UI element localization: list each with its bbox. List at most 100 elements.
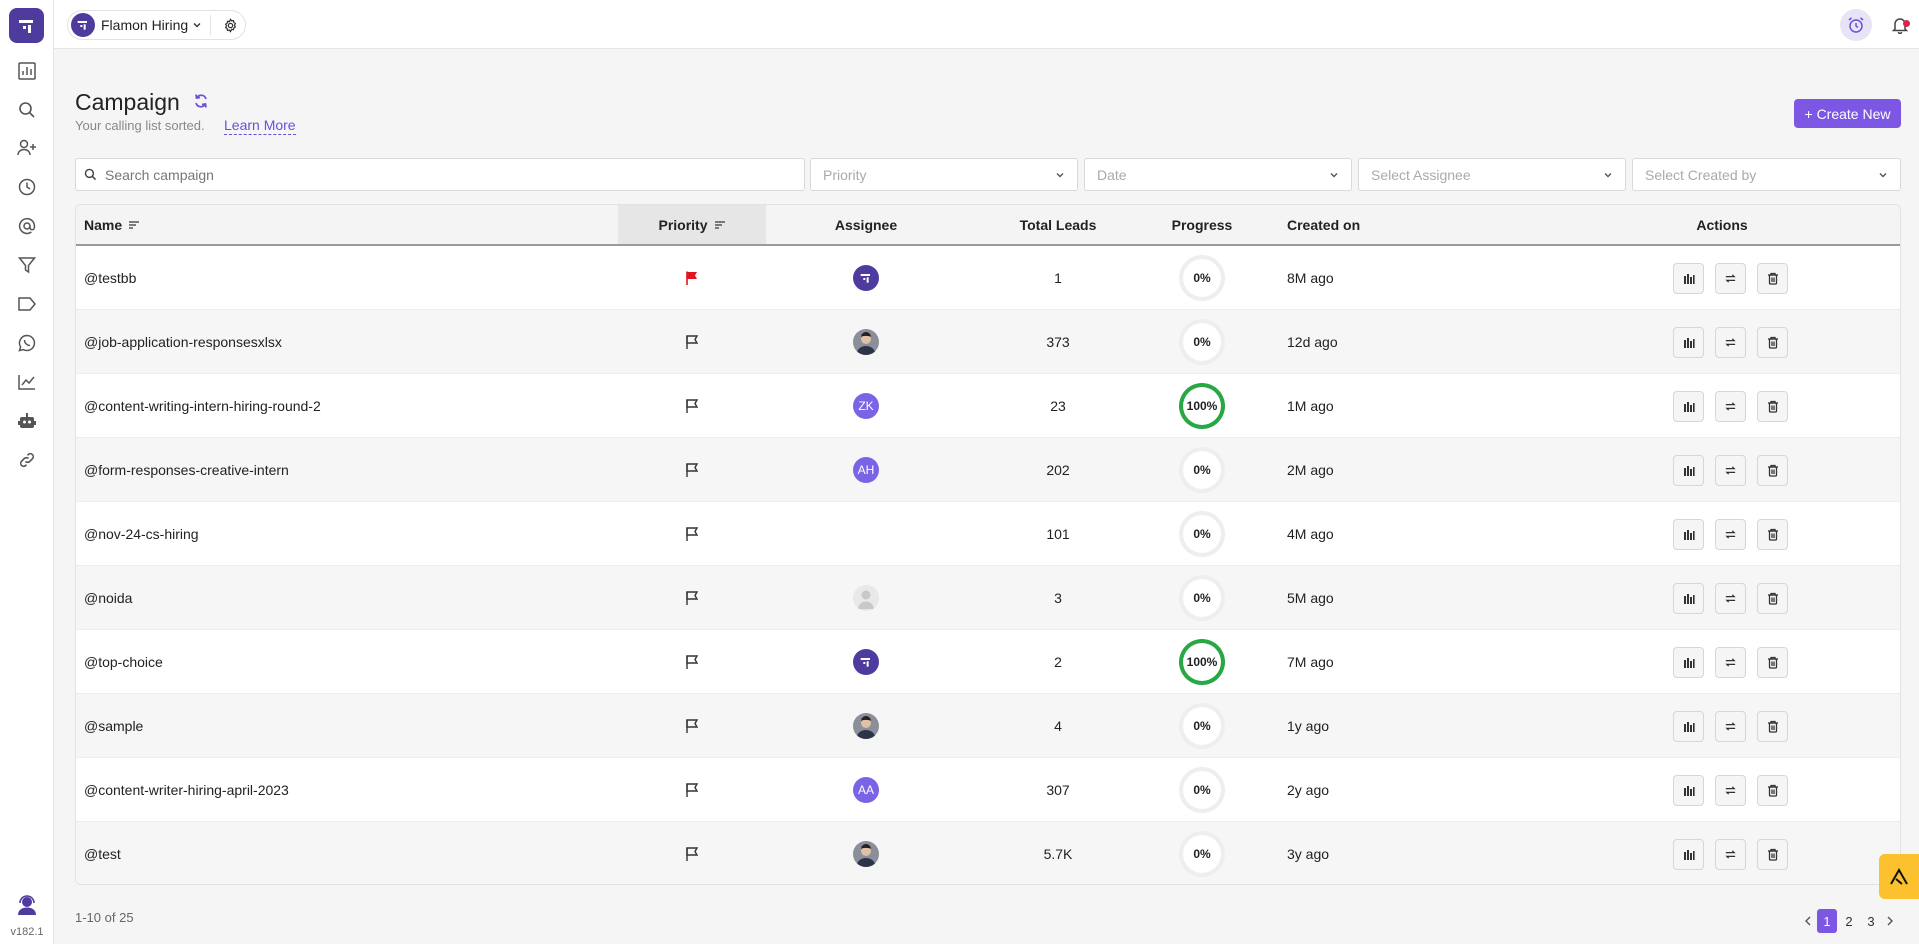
sidebar-item-mentions[interactable] xyxy=(14,213,40,239)
assignee-avatar[interactable] xyxy=(853,585,879,611)
priority-flag[interactable] xyxy=(618,566,766,630)
stats-button[interactable] xyxy=(1673,518,1704,550)
reassign-button[interactable] xyxy=(1715,390,1746,422)
assignee-avatar[interactable] xyxy=(853,841,879,867)
stats-button[interactable] xyxy=(1673,646,1704,678)
reassign-button[interactable] xyxy=(1715,838,1746,870)
table-row[interactable]: @testbb 1 0% 8M ago xyxy=(76,246,1900,310)
stats-button[interactable] xyxy=(1673,326,1704,358)
stats-button[interactable] xyxy=(1673,262,1704,294)
stats-button[interactable] xyxy=(1673,390,1704,422)
campaign-name[interactable]: @job-application-responsesxlsx xyxy=(84,310,282,374)
campaign-name[interactable]: @content-writer-hiring-april-2023 xyxy=(84,758,289,822)
priority-flag[interactable] xyxy=(618,694,766,758)
reminders-button[interactable] xyxy=(1840,9,1872,41)
delete-button[interactable] xyxy=(1757,774,1788,806)
page-2-button[interactable]: 2 xyxy=(1839,909,1859,933)
assignee-avatar[interactable]: AH xyxy=(853,457,879,483)
sidebar-item-history[interactable] xyxy=(14,174,40,200)
reassign-button[interactable] xyxy=(1715,454,1746,486)
workspace-logo[interactable] xyxy=(71,13,95,37)
assignee-avatar[interactable]: AA xyxy=(853,777,879,803)
table-row[interactable]: @test 5.7K 0% 3y ago xyxy=(76,822,1900,884)
page-1-button[interactable]: 1 xyxy=(1817,909,1837,933)
priority-flag[interactable] xyxy=(618,438,766,502)
learn-more-link[interactable]: Learn More xyxy=(224,117,296,135)
sidebar-item-dashboard[interactable] xyxy=(14,58,40,84)
table-row[interactable]: @top-choice 2 100% 7M ago xyxy=(76,630,1900,694)
workspace-name[interactable]: Flamon Hiring xyxy=(101,17,188,33)
sidebar-item-whatsapp[interactable] xyxy=(14,330,40,356)
table-row[interactable]: @content-writer-hiring-april-2023 AA 307… xyxy=(76,758,1900,822)
priority-flag[interactable] xyxy=(618,374,766,438)
stats-button[interactable] xyxy=(1673,774,1704,806)
priority-flag[interactable] xyxy=(618,246,766,310)
delete-button[interactable] xyxy=(1757,582,1788,614)
sort-icon[interactable] xyxy=(714,220,726,230)
delete-button[interactable] xyxy=(1757,710,1788,742)
table-row[interactable]: @nov-24-cs-hiring 101 0% 4M ago xyxy=(76,502,1900,566)
priority-select[interactable]: Priority xyxy=(810,158,1078,191)
sidebar-item-tags[interactable] xyxy=(14,291,40,317)
campaign-name[interactable]: @content-writing-intern-hiring-round-2 xyxy=(84,374,321,438)
sidebar-item-search[interactable] xyxy=(14,97,40,123)
assignee-avatar[interactable] xyxy=(853,265,879,291)
page-3-button[interactable]: 3 xyxy=(1861,909,1881,933)
sidebar-item-filter[interactable] xyxy=(14,252,40,278)
search-input[interactable] xyxy=(105,166,785,183)
assignee-avatar[interactable] xyxy=(853,329,879,355)
sidebar-item-analytics[interactable] xyxy=(14,369,40,395)
stats-button[interactable] xyxy=(1673,582,1704,614)
delete-button[interactable] xyxy=(1757,454,1788,486)
chevron-down-icon[interactable] xyxy=(192,20,202,30)
delete-button[interactable] xyxy=(1757,262,1788,294)
priority-flag[interactable] xyxy=(618,630,766,694)
workspace-settings-button[interactable] xyxy=(219,14,241,36)
campaign-name[interactable]: @noida xyxy=(84,566,132,630)
notifications-button[interactable] xyxy=(1887,12,1913,38)
table-row[interactable]: @job-application-responsesxlsx 373 0% 12… xyxy=(76,310,1900,374)
delete-button[interactable] xyxy=(1757,326,1788,358)
sidebar-item-integrations[interactable] xyxy=(14,447,40,473)
date-select[interactable]: Date xyxy=(1084,158,1352,191)
created-by-select[interactable]: Select Created by xyxy=(1632,158,1901,191)
priority-flag[interactable] xyxy=(618,822,766,884)
stats-button[interactable] xyxy=(1673,710,1704,742)
campaign-name[interactable]: @top-choice xyxy=(84,630,163,694)
stats-button[interactable] xyxy=(1673,838,1704,870)
delete-button[interactable] xyxy=(1757,390,1788,422)
app-logo[interactable] xyxy=(9,8,44,43)
sidebar-item-bots[interactable] xyxy=(14,408,40,434)
reassign-button[interactable] xyxy=(1715,262,1746,294)
refresh-button[interactable] xyxy=(193,93,211,111)
reassign-button[interactable] xyxy=(1715,774,1746,806)
support-agent-icon[interactable] xyxy=(14,892,40,918)
next-page-button[interactable] xyxy=(1882,909,1898,933)
delete-button[interactable] xyxy=(1757,518,1788,550)
campaign-name[interactable]: @sample xyxy=(84,694,143,758)
assignee-select[interactable]: Select Assignee xyxy=(1358,158,1626,191)
delete-button[interactable] xyxy=(1757,646,1788,678)
campaign-name[interactable]: @testbb xyxy=(84,246,136,310)
table-row[interactable]: @sample 4 0% 1y ago xyxy=(76,694,1900,758)
campaign-name[interactable]: @form-responses-creative-intern xyxy=(84,438,289,502)
sidebar-item-add-user[interactable] xyxy=(14,135,40,161)
campaign-name[interactable]: @nov-24-cs-hiring xyxy=(84,502,199,566)
assignee-avatar[interactable] xyxy=(853,713,879,739)
priority-flag[interactable] xyxy=(618,758,766,822)
sort-icon[interactable] xyxy=(128,220,140,230)
campaign-name[interactable]: @test xyxy=(84,822,121,884)
reassign-button[interactable] xyxy=(1715,582,1746,614)
priority-flag[interactable] xyxy=(618,502,766,566)
prev-page-button[interactable] xyxy=(1800,909,1816,933)
reassign-button[interactable] xyxy=(1715,326,1746,358)
reassign-button[interactable] xyxy=(1715,646,1746,678)
table-row[interactable]: @content-writing-intern-hiring-round-2 Z… xyxy=(76,374,1900,438)
stats-button[interactable] xyxy=(1673,454,1704,486)
column-header-priority[interactable]: Priority xyxy=(618,205,766,244)
assignee-avatar[interactable]: ZK xyxy=(853,393,879,419)
column-header-name[interactable]: Name xyxy=(84,205,140,244)
delete-button[interactable] xyxy=(1757,838,1788,870)
assignee-avatar[interactable] xyxy=(853,649,879,675)
table-row[interactable]: @form-responses-creative-intern AH 202 0… xyxy=(76,438,1900,502)
